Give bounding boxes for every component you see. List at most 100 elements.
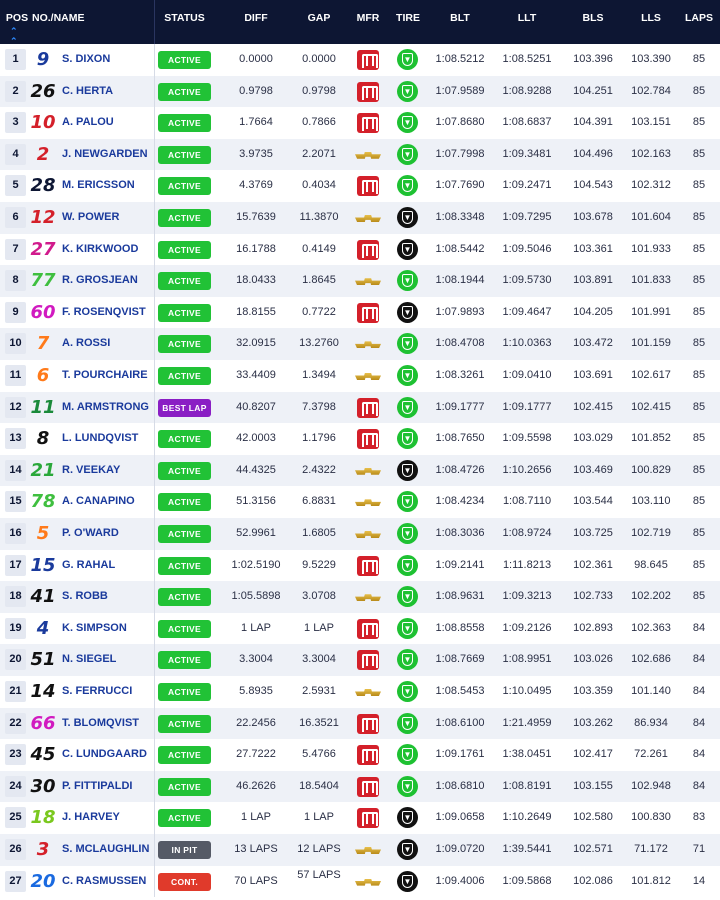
- best-lap-speed: 102.415: [573, 400, 613, 413]
- chevy-bowtie: [355, 278, 381, 286]
- header-gap[interactable]: GAP: [294, 0, 344, 44]
- driver-name-link[interactable]: P. FITTIPALDI: [62, 771, 133, 803]
- table-row[interactable]: 24 30 P. FITTIPALDI ACTIVE 46.2626 18.5404 ▼ 1:…: [0, 770, 720, 803]
- driver-name-link[interactable]: A. ROSSI: [62, 328, 110, 360]
- driver-name-link[interactable]: P. O'WARD: [62, 518, 119, 550]
- header-lls[interactable]: LLS: [623, 0, 679, 44]
- table-row[interactable]: 10 7 A. ROSSI ACTIVE 32.0915 13.2760 ▼ 1:08.470…: [0, 328, 720, 360]
- header-laps[interactable]: LAPS: [682, 0, 716, 44]
- table-row[interactable]: 7 27 K. KIRKWOOD ACTIVE 16.1788 0.4149 ▼ 1:08.5…: [0, 233, 720, 266]
- table-row[interactable]: 20 51 N. SIEGEL ACTIVE 3.3004 3.3004 ▼ 1:08.766…: [0, 644, 720, 676]
- last-lap-time: 1:09.1777: [502, 400, 552, 413]
- driver-name-link[interactable]: N. SIEGEL: [62, 644, 116, 676]
- chevy-bowtie: [355, 151, 381, 159]
- last-lap-speed: 102.363: [631, 621, 671, 634]
- best-lap-speed: 103.472: [573, 337, 613, 350]
- driver-name-link[interactable]: F. ROSENQVIST: [62, 297, 146, 329]
- driver-name-link[interactable]: S. DIXON: [62, 44, 110, 76]
- table-row[interactable]: 3 10 A. PALOU ACTIVE 1.7664 0.7866 ▼ 1:07.8680 1…: [0, 107, 720, 139]
- laps-completed: 83: [692, 811, 706, 824]
- table-row[interactable]: 21 14 S. FERRUCCI ACTIVE 5.8935 2.5931 ▼ 1:08.5…: [0, 676, 720, 708]
- table-row[interactable]: 23 45 C. LUNDGAARD ACTIVE 27.7222 5.4766 ▼ 1:09…: [0, 739, 720, 771]
- header-tire[interactable]: TIRE: [392, 0, 424, 44]
- table-row[interactable]: 14 21 R. VEEKAY ACTIVE 44.4325 2.4322 ▼ 1:08.47…: [0, 454, 720, 487]
- laps-completed: 85: [692, 53, 706, 65]
- driver-name-link[interactable]: G. RAHAL: [62, 550, 115, 582]
- driver-name-link[interactable]: S. MCLAUGHLIN: [62, 834, 149, 866]
- last-lap-time: 1:08.7110: [502, 495, 552, 508]
- best-lap-time: 1:09.1777: [435, 400, 485, 413]
- table-row[interactable]: 18 41 S. ROBB ACTIVE 1:05.5898 3.0708 ▼ 1:08.96…: [0, 581, 720, 613]
- best-lap-speed: 103.155: [573, 779, 613, 792]
- best-lap-speed: 103.359: [573, 685, 613, 697]
- car-number: 7: [36, 333, 50, 355]
- table-row[interactable]: 5 28 M. ERICSSON ACTIVE 4.3769 0.4034 ▼ 1:07.76…: [0, 170, 720, 202]
- sort-up-icon[interactable]: ⌃ ⌃: [10, 26, 18, 46]
- honda-badge: [357, 713, 379, 734]
- driver-name-link[interactable]: J. HARVEY: [62, 802, 120, 834]
- driver-name-link[interactable]: C. LUNDGAARD: [62, 739, 147, 771]
- table-row[interactable]: 25 18 J. HARVEY ACTIVE 1 LAP 1 LAP ▼ 1:09.0658 1…: [0, 802, 720, 834]
- driver-name-link[interactable]: M. ERICSSON: [62, 170, 135, 202]
- laps-completed: 85: [692, 211, 706, 223]
- status-badge: ACTIVE: [158, 556, 211, 575]
- header-mfr[interactable]: MFR: [352, 0, 384, 44]
- driver-name-link[interactable]: R. VEEKAY: [62, 455, 120, 487]
- row-divider: [154, 834, 155, 866]
- header-no-name[interactable]: NO./NAME: [32, 0, 88, 44]
- last-lap-speed: 101.812: [631, 874, 671, 887]
- table-row[interactable]: 26 3 S. MCLAUGHLIN IN PIT 13 LAPS 12 LAPS ▼ 1:0…: [0, 834, 720, 866]
- driver-name-link[interactable]: K. KIRKWOOD: [62, 234, 138, 266]
- driver-name-link[interactable]: T. POURCHAIRE: [62, 360, 148, 392]
- tire-glyph: ▼: [403, 402, 412, 412]
- header-diff[interactable]: DIFF: [218, 0, 294, 44]
- driver-name-link[interactable]: M. ARMSTRONG: [62, 392, 149, 424]
- table-row[interactable]: 11 6 T. POURCHAIRE ACTIVE 33.4409 1.3494 ▼ 1:08…: [0, 360, 720, 392]
- table-row[interactable]: 13 8 L. LUNDQVIST ACTIVE 42.0003 1.1796 ▼ 1:08.…: [0, 423, 720, 455]
- table-row[interactable]: 15 78 A. CANAPINO ACTIVE 51.3156 6.8831 ▼ 1:08.…: [0, 486, 720, 518]
- honda-logo-icon: [354, 650, 382, 671]
- best-lap-speed: 104.543: [573, 179, 613, 192]
- tire-glyph: ▼: [403, 276, 412, 286]
- last-lap-speed: 102.202: [631, 590, 671, 603]
- car-number: 14: [30, 681, 56, 702]
- diff-value: 3.3004: [239, 653, 273, 666]
- driver-name-link[interactable]: C. RASMUSSEN: [62, 866, 146, 898]
- alternate-tire-icon: ▼: [397, 333, 418, 355]
- honda-logo-icon: [354, 808, 382, 829]
- header-status[interactable]: STATUS: [158, 0, 211, 44]
- driver-name-link[interactable]: L. LUNDQVIST: [62, 423, 138, 455]
- diff-value: 42.0003: [236, 432, 276, 445]
- chevy-bowtie: [355, 373, 381, 380]
- driver-name-link[interactable]: K. SIMPSON: [62, 613, 127, 645]
- driver-name-link[interactable]: S. FERRUCCI: [62, 676, 132, 708]
- driver-name-link[interactable]: A. PALOU: [62, 107, 114, 139]
- table-row[interactable]: 17 15 G. RAHAL ACTIVE 1:02.5190 9.5229 ▼ 1:09.2…: [0, 549, 720, 582]
- driver-name-link[interactable]: W. POWER: [62, 202, 119, 234]
- table-row[interactable]: 8 77 R. GROSJEAN ACTIVE 18.0433 1.8645 ▼ 1:08.1…: [0, 265, 720, 297]
- alternate-tire-icon: ▼: [397, 649, 418, 671]
- table-row[interactable]: 9 60 F. ROSENQVIST ACTIVE 18.8155 0.7722 ▼ 1:07…: [0, 296, 720, 329]
- header-llt[interactable]: LLT: [494, 0, 560, 44]
- driver-name-link[interactable]: R. GROSJEAN: [62, 265, 138, 297]
- car-number: 21: [30, 459, 56, 481]
- gap-value: 2.4322: [302, 463, 336, 476]
- table-row[interactable]: 6 12 W. POWER ACTIVE 15.7639 11.3870 ▼ 1:08.334…: [0, 202, 720, 234]
- table-row[interactable]: 12 11 M. ARMSTRONG BEST LAP 40.8207 7.3798 ▼ 1:…: [0, 391, 720, 424]
- driver-name-link[interactable]: J. NEWGARDEN: [62, 139, 148, 171]
- diff-value: 16.1788: [236, 242, 276, 255]
- table-row[interactable]: 19 4 K. SIMPSON ACTIVE 1 LAP 1 LAP ▼ 1:08.8558 1…: [0, 612, 720, 645]
- header-blt[interactable]: BLT: [428, 0, 492, 44]
- driver-name-link[interactable]: T. BLOMQVIST: [62, 708, 139, 740]
- table-row[interactable]: 2 26 C. HERTA ACTIVE 0.9798 0.9798 ▼ 1:07.9589 1…: [0, 75, 720, 108]
- alternate-tire-icon: ▼: [397, 586, 418, 608]
- table-row[interactable]: 4 2 J. NEWGARDEN ACTIVE 3.9735 2.2071 ▼ 1:07.79…: [0, 138, 720, 171]
- table-row[interactable]: 16 5 P. O'WARD ACTIVE 52.9961 1.6805 ▼ 1:08.303…: [0, 518, 720, 550]
- driver-name-link[interactable]: S. ROBB: [62, 581, 108, 613]
- table-row[interactable]: 1 9 S. DIXON ACTIVE 0.0000 0.0000 ▼ 1:08.5212 1:…: [0, 44, 720, 76]
- table-row[interactable]: 27 20 C. RASMUSSEN CONT. 70 LAPS 57 LAPS ▼ 1:09…: [0, 865, 720, 898]
- header-bls[interactable]: BLS: [563, 0, 623, 44]
- table-row[interactable]: 22 66 T. BLOMQVIST ACTIVE 22.2456 16.3521 ▼ 1:0…: [0, 707, 720, 740]
- driver-name-link[interactable]: A. CANAPINO: [62, 486, 135, 518]
- driver-name-link[interactable]: C. HERTA: [62, 76, 113, 108]
